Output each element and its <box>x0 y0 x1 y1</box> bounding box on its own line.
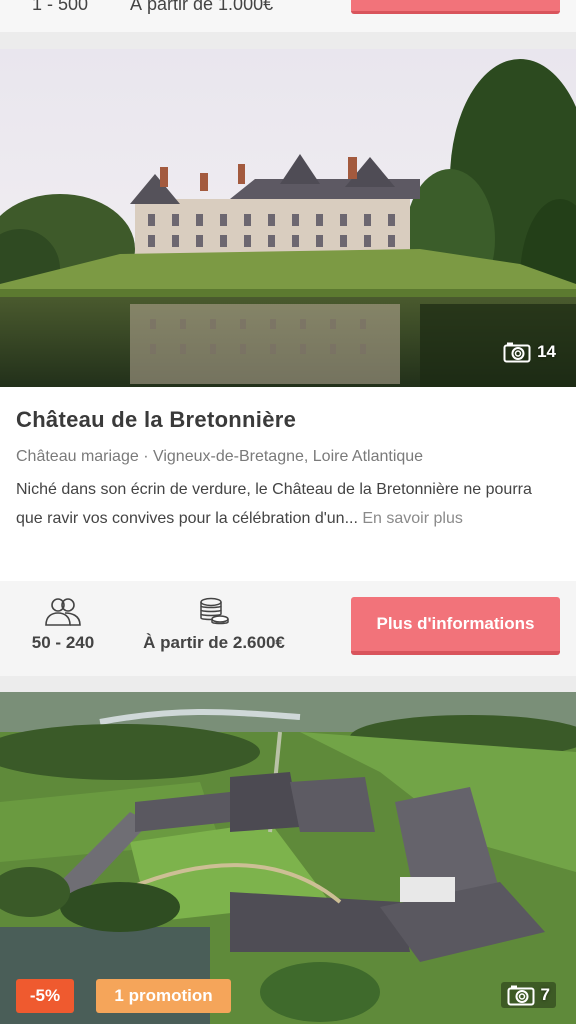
venue-title[interactable]: Château de la Bretonnière <box>16 407 296 433</box>
price-stat: À partir de 2.600€ <box>128 597 300 653</box>
photo-count-value: 7 <box>540 985 550 1004</box>
discount-badge: -5% <box>16 979 74 1013</box>
photo-count[interactable]: 14 <box>503 341 556 363</box>
read-more-link[interactable]: En savoir plus <box>362 510 463 527</box>
venue-footer: 50 - 240 À partir de 2.600€ Plus d'infor… <box>0 581 576 676</box>
people-icon <box>45 598 81 626</box>
aerial-chateau-photo-illustration <box>0 692 576 1024</box>
guests-stat: 50 - 240 <box>22 597 104 653</box>
promotion-badge: 1 promotion <box>96 979 231 1013</box>
photo-count[interactable]: 7 <box>500 982 556 1008</box>
venue-subtitle: Château mariage · Vigneux-de-Bretagne, L… <box>16 448 424 465</box>
previous-info-button[interactable] <box>351 0 560 14</box>
camera-icon <box>503 342 531 363</box>
more-info-button[interactable]: Plus d'informations <box>351 597 560 655</box>
price-value: À partir de 2.600€ <box>143 633 285 652</box>
venue-photo[interactable]: -5% 1 promotion 7 <box>0 692 576 1024</box>
venue-description: Niché dans son écrin de verdure, le Chât… <box>16 475 556 533</box>
chateau-photo-illustration <box>0 49 576 387</box>
previous-guests: 1 - 500 <box>32 0 89 14</box>
venue-photo[interactable]: 14 <box>0 49 576 387</box>
previous-card-footer: 1 - 500 À partir de 1.000€ <box>0 0 576 32</box>
photo-count-value: 14 <box>537 342 556 361</box>
venue-card[interactable]: -5% 1 promotion 7 <box>0 692 576 1024</box>
camera-icon <box>507 985 535 1006</box>
coins-icon <box>200 597 229 625</box>
guests-value: 50 - 240 <box>31 633 95 652</box>
venue-card[interactable]: 14 Château de la Bretonnière Château mar… <box>0 49 576 676</box>
previous-price: À partir de 1.000€ <box>130 0 274 14</box>
